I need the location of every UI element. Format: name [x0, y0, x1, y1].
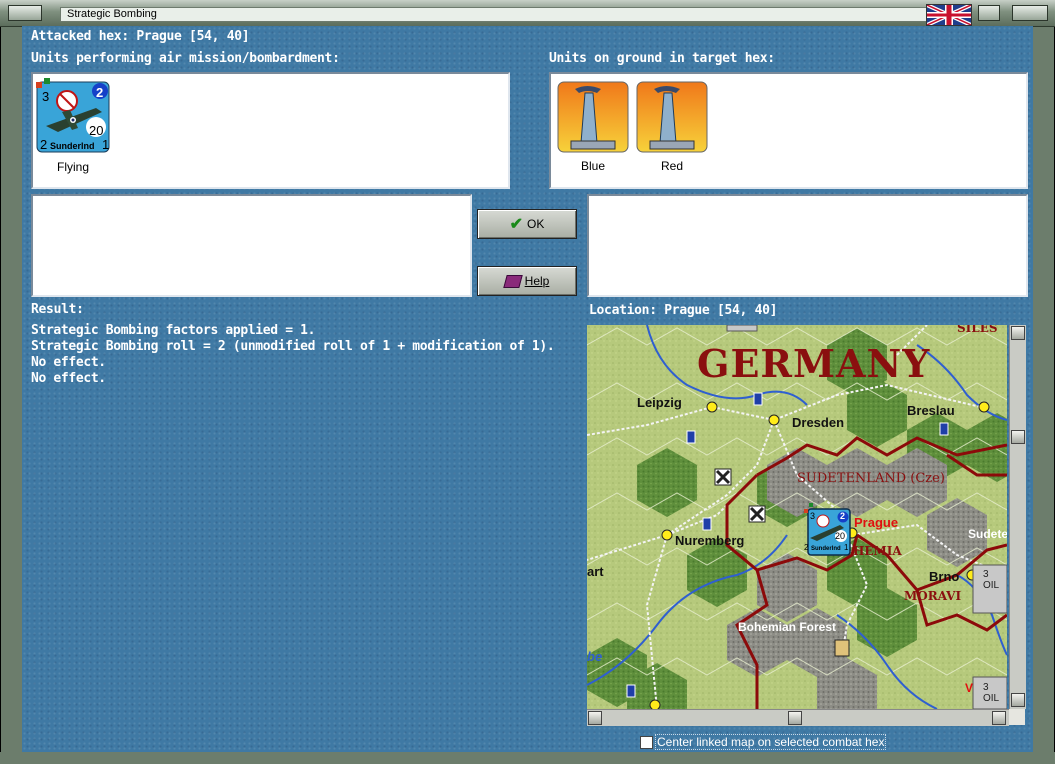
map-unit-top-right: 2	[840, 511, 846, 521]
center-map-checkbox-label[interactable]: Center linked map on selected combat hex	[655, 734, 887, 750]
uk-flag-icon	[926, 4, 972, 26]
unit-center-value: 20	[89, 123, 104, 138]
map-label-dresden: Dresden	[792, 415, 845, 430]
map-label-oil-1: 3 OIL	[983, 569, 1000, 591]
window-bottom-border	[0, 752, 1055, 764]
result-line: Strategic Bombing roll = 2 (unmodified r…	[31, 339, 555, 354]
vertical-scroll-thumb[interactable]	[1011, 430, 1025, 444]
result-line: Strategic Bombing factors applied = 1.	[31, 323, 316, 338]
defender-units-panel: Blue Red	[549, 72, 1028, 189]
map-label-v: V	[965, 681, 974, 695]
map-label-sudetenland: SUDETENLAND (Cze)	[797, 471, 945, 486]
attacker-detail-panel	[31, 194, 472, 297]
window-title: Strategic Bombing	[60, 7, 934, 22]
factory-target-icon	[636, 81, 708, 153]
help-book-icon	[502, 274, 523, 288]
unit-top-right-value: 2	[96, 85, 104, 100]
defender-unit-red[interactable]: Red	[635, 81, 709, 173]
scroll-right-arrow-icon[interactable]	[992, 711, 1006, 725]
center-map-checkbox[interactable]	[640, 736, 653, 749]
defender-unit-label: Blue	[580, 159, 606, 173]
title-bar: Strategic Bombing	[0, 0, 1055, 27]
result-line: No effect.	[31, 371, 106, 386]
map-label-be: be	[587, 649, 603, 664]
attacker-unit[interactable]: 3 2 20 2 Sunderlnd 1 Flying	[36, 78, 110, 174]
hex-map[interactable]: GERMANY SILES Leipzig Dresden Breslau SU…	[587, 325, 1007, 709]
map-country-label: GERMANY	[697, 341, 931, 386]
defender-detail-panel	[587, 194, 1028, 297]
maximize-button[interactable]	[1012, 5, 1048, 21]
result-text: Strategic Bombing factors applied = 1. S…	[31, 323, 555, 387]
scroll-down-arrow-icon[interactable]	[1011, 693, 1025, 707]
help-button-label: Help	[524, 274, 550, 288]
scroll-up-arrow-icon[interactable]	[1011, 326, 1025, 340]
map-label-silesia: SILES	[957, 325, 998, 335]
map-label-sudeten: Sudete	[968, 527, 1007, 541]
map-label-brno: Brno	[929, 569, 960, 584]
map-unit-bottom-right: 1	[844, 543, 849, 552]
horizontal-scroll-thumb[interactable]	[788, 711, 802, 725]
map-horizontal-scrollbar[interactable]	[587, 709, 1009, 726]
map-unit-top-left: 3	[810, 511, 816, 521]
map-label-leipzig: Leipzig	[637, 395, 682, 410]
defenders-label: Units on ground in target hex:	[549, 51, 775, 66]
attacker-units-panel: 3 2 20 2 Sunderlnd 1 Flying	[31, 72, 510, 189]
result-line: No effect.	[31, 355, 106, 370]
map-label-breslau: Breslau	[907, 403, 955, 418]
minimize-button[interactable]	[978, 5, 1000, 21]
map-unit-center: 20	[835, 531, 846, 541]
map-label-prague: Prague	[854, 515, 899, 530]
map-unit-name: Sunderlnd	[811, 546, 841, 552]
defender-unit-label: Red	[660, 159, 683, 173]
unit-top-left-value: 3	[42, 89, 50, 104]
ok-button[interactable]: ✔ OK	[477, 209, 577, 239]
map-label-moravia: MORAVI	[904, 589, 962, 603]
unit-name: Sunderlnd	[50, 141, 95, 151]
defender-unit-blue[interactable]: Blue	[556, 81, 630, 173]
map-unit-bottom-left: 2	[804, 543, 809, 552]
system-menu-button[interactable]	[8, 5, 42, 21]
unit-bottom-right-value: 1	[102, 137, 110, 152]
map-label-bohemian-forest: Bohemian Forest	[738, 620, 837, 634]
map-vertical-scrollbar[interactable]	[1009, 325, 1026, 709]
factory-target-icon	[557, 81, 629, 153]
unit-bottom-left-value: 2	[40, 137, 48, 152]
scroll-left-arrow-icon[interactable]	[588, 711, 602, 725]
result-label: Result:	[31, 302, 84, 317]
attackers-label: Units performing air mission/bombardment…	[31, 51, 340, 66]
help-button[interactable]: Help	[477, 266, 577, 296]
scrollbar-corner	[1009, 709, 1025, 725]
checkmark-icon: ✔	[509, 216, 524, 233]
attacked-hex-label: Attacked hex: Prague [54, 40]	[31, 29, 250, 44]
location-label: Location: Prague [54, 40]	[589, 303, 778, 318]
map-label-oil-2: 3 OIL	[983, 682, 1000, 704]
ok-button-label: OK	[527, 217, 545, 231]
map-label-bohemia: HEMIA	[853, 544, 902, 558]
map-label-nuremberg: Nuremberg	[675, 533, 745, 548]
unit-status: Flying	[56, 160, 89, 174]
map-label-art: art	[587, 564, 604, 579]
